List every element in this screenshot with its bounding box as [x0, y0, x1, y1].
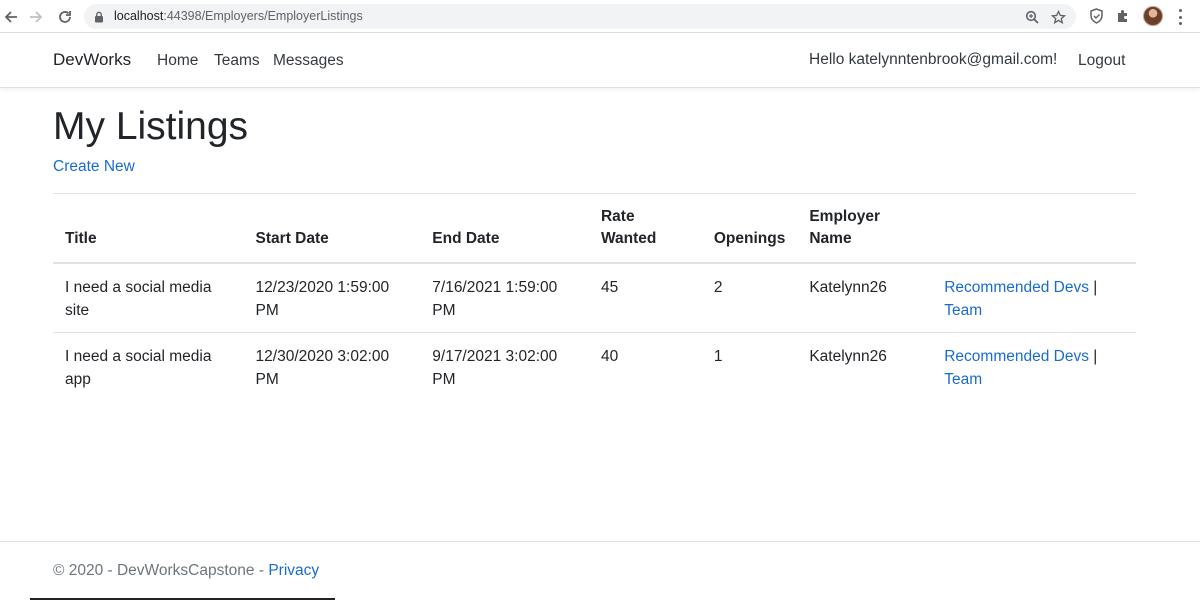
- team-link[interactable]: Team: [944, 371, 982, 388]
- page-title: My Listings: [53, 105, 249, 148]
- nav-messages-link[interactable]: Messages: [273, 52, 344, 70]
- zoom-icon[interactable]: [1024, 9, 1040, 25]
- brand-link[interactable]: DevWorks: [53, 50, 131, 70]
- cell-actions: Recommended Devs | Team: [932, 332, 1136, 401]
- table-row: I need a social media app 12/30/2020 3:0…: [53, 332, 1136, 401]
- header-start-date: Start Date: [243, 193, 421, 264]
- cell-rate: 45: [600, 279, 619, 296]
- cell-end-date: 7/16/2021 1:59:00 PM: [432, 279, 558, 319]
- recommended-devs-link[interactable]: Recommended Devs: [944, 279, 1089, 296]
- table-row: I need a social media site 12/23/2020 1:…: [53, 263, 1136, 333]
- lock-icon: [94, 10, 104, 28]
- cell-rate: 40: [588, 332, 702, 401]
- cell-start-date: 12/23/2020 1:59:00 PM: [255, 279, 390, 319]
- header-openings: Openings: [701, 193, 798, 264]
- bookmark-star-icon[interactable]: [1050, 9, 1066, 25]
- cell-end-date: 9/17/2021 3:02:00 PM: [420, 332, 589, 401]
- url-text: localhost:44398/Employers/EmployerListin…: [114, 9, 363, 23]
- address-bar[interactable]: localhost:44398/Employers/EmployerListin…: [84, 4, 1076, 29]
- header-employer-name: Employer Name: [797, 193, 933, 264]
- cell-title: I need a social media site: [65, 279, 212, 319]
- cell-openings: 2: [713, 279, 723, 296]
- cell-employer: Katelynn26: [797, 332, 933, 401]
- profile-avatar[interactable]: [1143, 6, 1163, 26]
- cell-openings: 1: [701, 332, 798, 401]
- nav-home-link[interactable]: Home: [157, 52, 198, 70]
- puzzle-extensions-icon[interactable]: [1114, 7, 1132, 25]
- recommended-devs-link[interactable]: Recommended Devs: [944, 348, 1089, 365]
- link-separator: |: [1088, 348, 1098, 365]
- header-actions: [932, 193, 1136, 264]
- reload-icon[interactable]: [54, 6, 76, 28]
- header-rate-wanted: Rate Wanted: [588, 193, 702, 264]
- copyright-text: © 2020 - DevWorksCapstone -: [53, 562, 269, 579]
- privacy-link[interactable]: Privacy: [268, 562, 319, 579]
- forward-arrow-icon[interactable]: [25, 6, 47, 28]
- browser-toolbar: localhost:44398/Employers/EmployerListin…: [0, 0, 1200, 33]
- table-header-row: Title Start Date End Date Rate Wanted Op…: [53, 193, 1136, 264]
- app-navbar: DevWorks Home Teams Messages Hello katel…: [0, 33, 1200, 88]
- browser-menu-icon[interactable]: [1172, 8, 1188, 26]
- cell-employer: Katelynn26: [809, 279, 887, 296]
- cell-start-date: 12/30/2020 3:02:00 PM: [243, 332, 421, 401]
- header-title: Title: [53, 193, 244, 264]
- user-greeting[interactable]: Hello katelynntenbrook@gmail.com!: [809, 51, 1057, 69]
- nav-teams-link[interactable]: Teams: [214, 52, 260, 70]
- back-arrow-icon[interactable]: [0, 6, 22, 28]
- create-new-link[interactable]: Create New: [53, 158, 135, 176]
- header-end-date: End Date: [420, 193, 589, 264]
- footer-text: © 2020 - DevWorksCapstone - Privacy: [53, 562, 319, 580]
- listings-table: Title Start Date End Date Rate Wanted Op…: [53, 193, 1136, 401]
- link-separator: |: [1088, 279, 1098, 296]
- team-link[interactable]: Team: [944, 302, 982, 319]
- logout-button[interactable]: Logout: [1078, 52, 1125, 70]
- cell-title: I need a social media app: [53, 332, 244, 401]
- page-footer: © 2020 - DevWorksCapstone - Privacy: [0, 541, 1200, 600]
- cell-actions: Recommended Devs | Team: [932, 263, 1136, 333]
- shield-extension-icon[interactable]: [1087, 7, 1105, 25]
